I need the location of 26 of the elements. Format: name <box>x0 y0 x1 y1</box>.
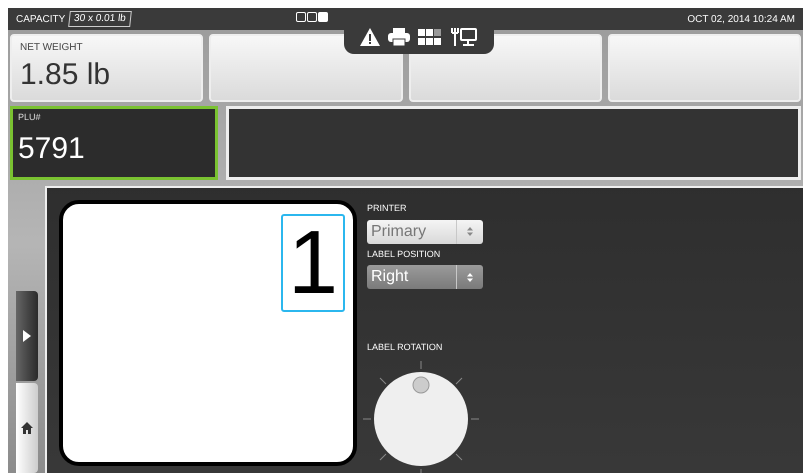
play-icon <box>23 330 31 342</box>
tile-value: 1.85 lb <box>20 57 112 93</box>
home-tab[interactable] <box>16 382 38 472</box>
capacity-value: 30 x 0.01 lb <box>68 11 132 27</box>
cutlery-monitor-icon <box>450 27 478 47</box>
sort-caret-icon <box>467 272 473 282</box>
date-time: OCT 02, 2014 10:24 AM <box>687 12 795 26</box>
grid-icon <box>418 29 442 45</box>
dropdown-value: Primary <box>370 224 428 240</box>
home-icon <box>21 422 33 434</box>
dropdown-value: Right <box>370 269 410 285</box>
expand-tab[interactable] <box>16 290 38 380</box>
label-number: 1 <box>281 214 345 312</box>
tile-label: NET WEIGHT <box>20 41 84 55</box>
plu-tile[interactable]: PLU# 5791 <box>10 106 218 180</box>
plu-label: PLU# <box>18 111 42 124</box>
label-rotation-label: LABEL ROTATION <box>367 341 444 354</box>
dropdown[interactable]: Primary <box>367 220 483 244</box>
warning-icon <box>360 28 380 46</box>
printer-icon <box>388 28 410 46</box>
capacity-label: CAPACITY <box>16 12 66 26</box>
label-position-label: LABEL POSITION <box>367 248 442 260</box>
printer-label: PRINTER <box>367 202 408 215</box>
sort-caret-icon <box>467 227 473 236</box>
rotation-knob[interactable] <box>361 358 481 473</box>
plu-value: 5791 <box>18 130 86 166</box>
